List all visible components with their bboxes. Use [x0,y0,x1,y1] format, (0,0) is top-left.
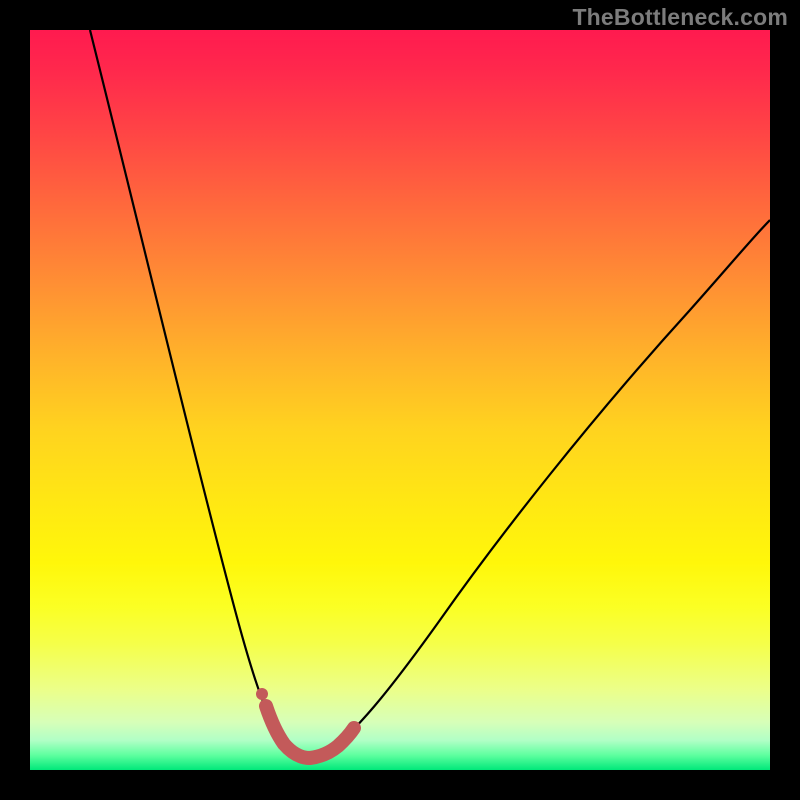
watermark-text: TheBottleneck.com [572,4,788,31]
chart-frame: TheBottleneck.com [0,0,800,800]
curve-layer [30,30,770,770]
bottleneck-curve [90,30,770,758]
plot-area [30,30,770,770]
valley-highlight [266,706,354,758]
valley-dot [256,688,268,700]
